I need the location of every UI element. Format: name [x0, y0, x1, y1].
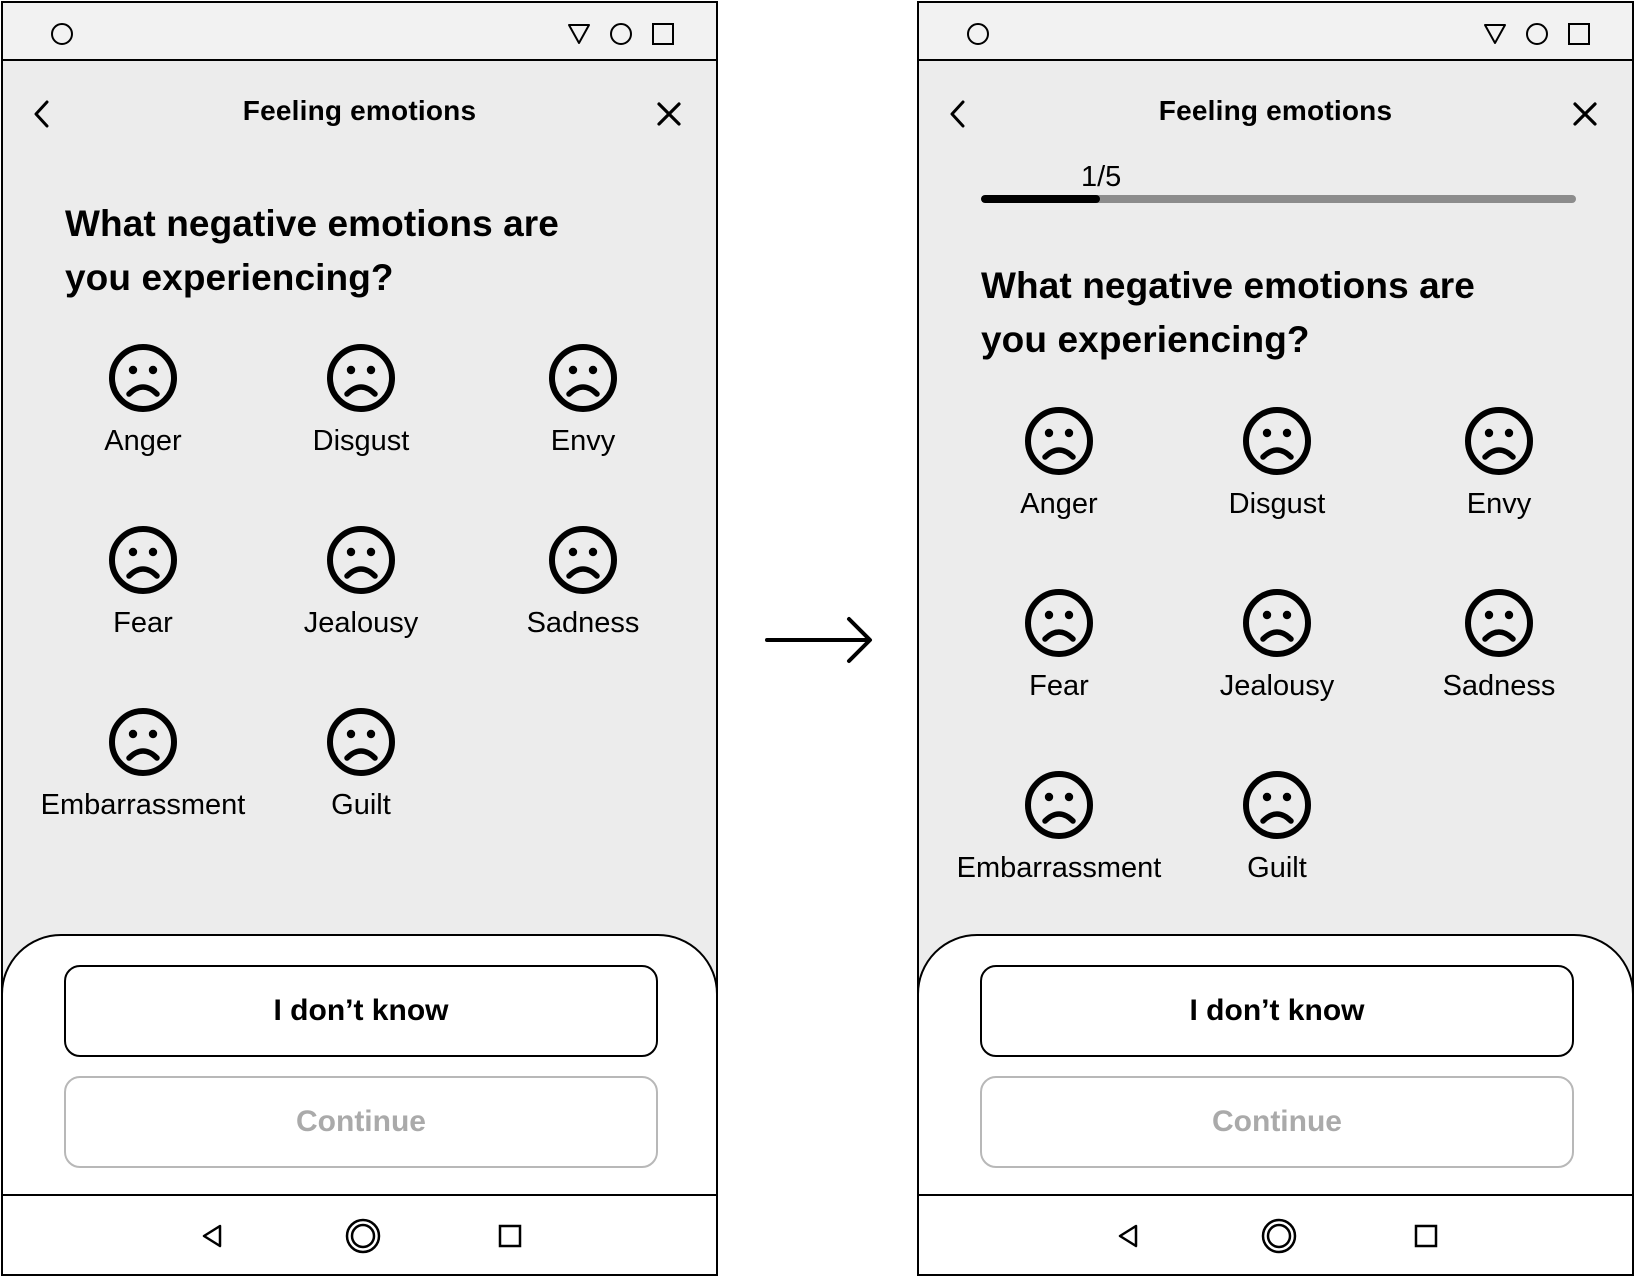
bottom-sheet: I don’t know Continue	[919, 934, 1632, 1196]
emotion-label: Anger	[104, 425, 182, 457]
sad-face-icon	[549, 344, 617, 412]
emotion-grid: Anger Disgust Envy Fear Jealousy Sadness…	[919, 406, 1632, 946]
emotion-label: Envy	[550, 425, 616, 457]
sad-face-icon	[327, 344, 395, 412]
emotion-option-embarrassment[interactable]: Embarrassment	[23, 707, 263, 822]
sad-face-icon	[109, 344, 177, 412]
sad-face-icon	[1465, 589, 1533, 657]
nav-recents-icon[interactable]	[490, 1216, 530, 1256]
emotion-option-fear[interactable]: Fear	[23, 525, 263, 640]
emotion-option-envy[interactable]: Envy	[1379, 406, 1619, 521]
emotion-label: Fear	[1029, 670, 1089, 702]
arrow-right-icon	[765, 617, 872, 663]
sad-face-icon	[1243, 407, 1311, 475]
question-heading: What negative emotions are you experienc…	[981, 265, 1475, 360]
emotion-label: Sadness	[1442, 670, 1556, 702]
progress-text: 1/5	[1081, 161, 1122, 193]
sad-face-icon	[327, 526, 395, 594]
question-heading: What negative emotions are you experienc…	[65, 203, 559, 298]
battery-icon	[1526, 23, 1548, 45]
progress-fill	[981, 195, 1100, 203]
close-icon[interactable]	[654, 98, 684, 130]
emotion-label: Anger	[1020, 488, 1098, 520]
sad-face-icon	[1025, 407, 1093, 475]
emotion-label: Disgust	[1228, 488, 1326, 520]
emotion-label: Fear	[113, 607, 173, 639]
nav-home-icon[interactable]	[1259, 1216, 1299, 1256]
emotion-label: Sadness	[526, 607, 640, 639]
page-title: Feeling emotions	[242, 95, 477, 126]
sad-face-icon	[109, 526, 177, 594]
sad-face-icon	[1025, 589, 1093, 657]
continue-button[interactable]: Continue	[980, 1076, 1574, 1168]
emotion-label: Guilt	[1247, 852, 1307, 884]
emotion-option-guilt[interactable]: Guilt	[241, 707, 481, 822]
emotion-label: Jealousy	[1219, 670, 1335, 702]
emotion-option-guilt[interactable]: Guilt	[1157, 770, 1397, 885]
sad-face-icon	[549, 526, 617, 594]
sad-face-icon	[109, 708, 177, 776]
dont-know-button[interactable]: I don’t know	[980, 965, 1574, 1057]
emotion-label: Jealousy	[303, 607, 419, 639]
sad-face-icon	[1243, 589, 1311, 657]
battery-icon	[610, 23, 632, 45]
emotion-option-disgust[interactable]: Disgust	[1157, 406, 1397, 521]
signal-icon	[1484, 24, 1506, 44]
emotion-label: Embarrassment	[956, 852, 1162, 884]
continue-button[interactable]: Continue	[64, 1076, 658, 1168]
camera-icon	[51, 23, 73, 45]
nav-recents-icon[interactable]	[1406, 1216, 1446, 1256]
sad-face-icon	[1465, 407, 1533, 475]
signal-icon	[568, 24, 590, 44]
square-icon	[1568, 23, 1590, 45]
emotion-option-embarrassment[interactable]: Embarrassment	[939, 770, 1179, 885]
emotion-option-fear[interactable]: Fear	[939, 588, 1179, 703]
emotion-label: Embarrassment	[40, 789, 246, 821]
emotion-option-jealousy[interactable]: Jealousy	[1157, 588, 1397, 703]
navigation-bar	[3, 1194, 716, 1274]
sad-face-icon	[1243, 771, 1311, 839]
emotion-option-sadness[interactable]: Sadness	[463, 525, 703, 640]
close-icon[interactable]	[1570, 98, 1600, 130]
square-icon	[652, 23, 674, 45]
nav-back-icon[interactable]	[193, 1216, 233, 1256]
status-bar	[919, 3, 1632, 61]
camera-icon	[967, 23, 989, 45]
phone-screen-after: Feeling emotions 1/5 What negative emoti…	[917, 1, 1634, 1276]
status-bar	[3, 3, 716, 61]
dont-know-button[interactable]: I don’t know	[64, 965, 658, 1057]
emotion-option-anger[interactable]: Anger	[23, 343, 263, 458]
bottom-sheet: I don’t know Continue	[3, 934, 716, 1196]
progress-track	[981, 195, 1576, 203]
app-bar: Feeling emotions	[3, 61, 716, 167]
progress-indicator: 1/5	[981, 159, 1576, 209]
emotion-label: Guilt	[331, 789, 391, 821]
page-title: Feeling emotions	[1158, 95, 1393, 126]
emotion-option-anger[interactable]: Anger	[939, 406, 1179, 521]
app-bar: Feeling emotions	[919, 61, 1632, 167]
phone-screen-before: Feeling emotions What negative emotions …	[1, 1, 718, 1276]
emotion-option-sadness[interactable]: Sadness	[1379, 588, 1619, 703]
emotion-option-envy[interactable]: Envy	[463, 343, 703, 458]
sad-face-icon	[1025, 771, 1093, 839]
emotion-option-disgust[interactable]: Disgust	[241, 343, 481, 458]
emotion-option-jealousy[interactable]: Jealousy	[241, 525, 481, 640]
navigation-bar	[919, 1194, 1632, 1274]
sad-face-icon	[327, 708, 395, 776]
emotion-label: Disgust	[312, 425, 410, 457]
nav-home-icon[interactable]	[343, 1216, 383, 1256]
nav-back-icon[interactable]	[1109, 1216, 1149, 1256]
emotion-label: Envy	[1466, 488, 1532, 520]
emotion-grid: Anger Disgust Envy Fear Jealousy Sadness…	[3, 343, 716, 883]
